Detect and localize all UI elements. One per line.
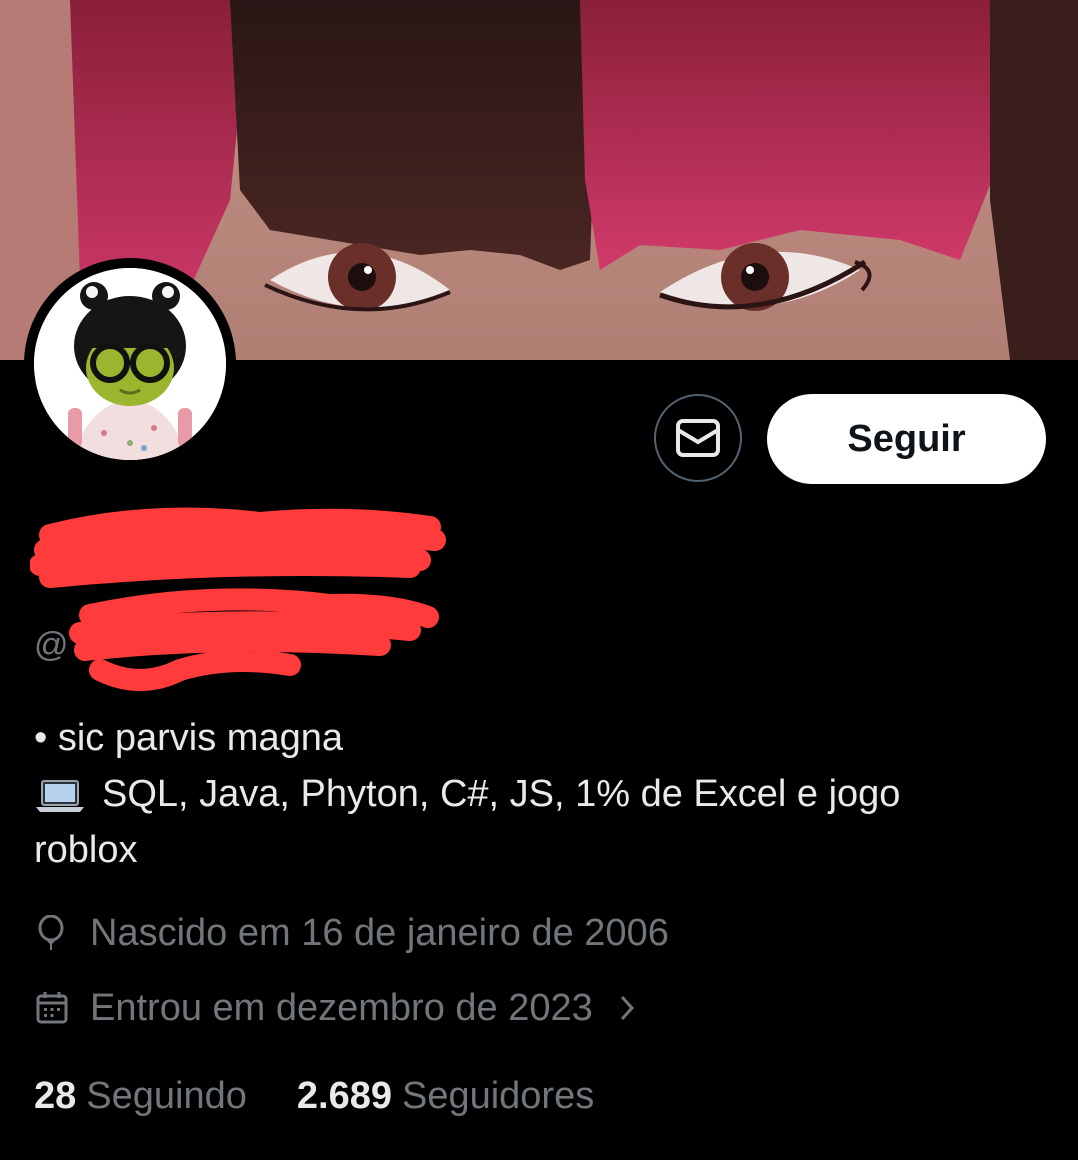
following-label: Seguindo	[86, 1074, 247, 1117]
profile-bio: • sic parvis magna SQL, Java, Phyton, C#…	[34, 710, 1034, 878]
follow-stats: 28 Seguindo 2.689 Seguidores	[34, 1070, 644, 1122]
laptop-icon	[36, 779, 84, 812]
bio-line-1: • sic parvis magna	[34, 717, 343, 759]
avatar-image	[34, 268, 226, 460]
followers-count: 2.689	[296, 1074, 392, 1117]
balloon-icon	[36, 914, 70, 952]
joined-row[interactable]: Entrou em dezembro de 2023	[36, 983, 635, 1033]
redacted-name-scribble	[30, 507, 446, 691]
following-link[interactable]: 28 Seguindo	[34, 1075, 297, 1118]
follow-button[interactable]: Seguir	[767, 394, 1046, 484]
calendar-icon	[36, 989, 70, 1027]
followers-label: Seguidores	[401, 1074, 595, 1117]
bio-line-3: roblox	[34, 829, 138, 871]
birthday-text: Nascido em 16 de janeiro de 2006	[90, 911, 669, 954]
profile-avatar[interactable]	[24, 258, 236, 470]
followers-link[interactable]: 2.689 Seguidores	[297, 1075, 644, 1118]
birthday-row: Nascido em 16 de janeiro de 2006	[36, 908, 669, 958]
bio-line-2-text: SQL, Java, Phyton, C#, JS, 1% de Excel e…	[102, 773, 901, 815]
handle-prefix: @	[34, 626, 69, 664]
following-count: 28	[34, 1074, 77, 1117]
chevron-right-icon[interactable]	[619, 994, 635, 1022]
envelope-icon	[676, 419, 720, 457]
joined-text: Entrou em dezembro de 2023	[90, 986, 593, 1029]
message-button[interactable]	[654, 394, 742, 482]
bio-line-2: SQL, Java, Phyton, C#, JS, 1% de Excel e…	[34, 766, 1034, 822]
